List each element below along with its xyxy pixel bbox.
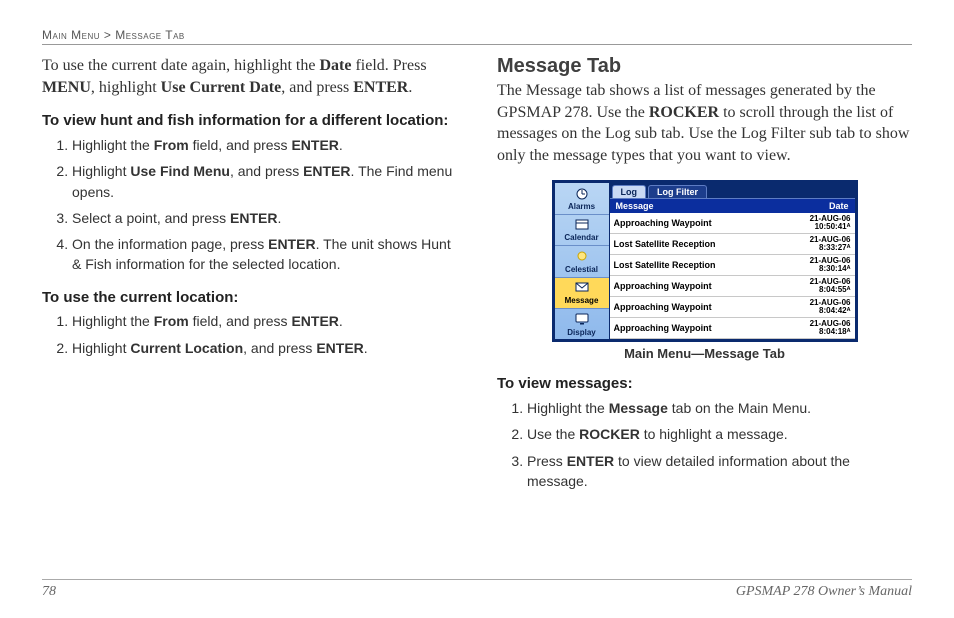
gps-side-alarms: Alarms bbox=[555, 183, 609, 214]
gps-tab: Log bbox=[612, 185, 647, 198]
list-item: Press ENTER to view detailed information… bbox=[527, 451, 912, 492]
gps-side-calendar: Calendar bbox=[555, 215, 609, 246]
left-column: To use the current date again, highlight… bbox=[42, 55, 457, 501]
col-message: Message bbox=[616, 201, 787, 211]
gps-sidebar: AlarmsCalendarCelestialMessageDisplay bbox=[555, 183, 610, 339]
gps-tab: Log Filter bbox=[648, 185, 707, 198]
page-title: Message Tab bbox=[497, 55, 912, 78]
content-columns: To use the current date again, highlight… bbox=[42, 55, 912, 501]
page-number: 78 bbox=[42, 584, 56, 600]
list-item: Select a point, and press ENTER. bbox=[72, 208, 457, 228]
page-footer: 78 GPSMAP 278 Owner’s Manual bbox=[42, 579, 912, 600]
figure-wrapper: AlarmsCalendarCelestialMessageDisplay Lo… bbox=[497, 180, 912, 361]
section2-list: Highlight the From field, and press ENTE… bbox=[42, 311, 457, 358]
gps-row: Approaching Waypoint21-AUG-068:04:55ᴬ bbox=[610, 276, 855, 297]
right-column: Message Tab The Message tab shows a list… bbox=[497, 55, 912, 501]
intro-paragraph: To use the current date again, highlight… bbox=[42, 55, 457, 98]
list-item: Highlight Use Find Menu, and press ENTER… bbox=[72, 161, 457, 202]
section1-list: Highlight the From field, and press ENTE… bbox=[42, 135, 457, 275]
list-item: On the information page, press ENTER. Th… bbox=[72, 234, 457, 275]
figure-caption: Main Menu—Message Tab bbox=[624, 346, 785, 361]
gps-row: Approaching Waypoint21-AUG-068:04:42ᴬ bbox=[610, 297, 855, 318]
right-paragraph: The Message tab shows a list of messages… bbox=[497, 80, 912, 166]
section1-title: To view hunt and fish information for a … bbox=[42, 112, 457, 131]
gps-table-head: Message Date bbox=[610, 198, 855, 213]
gps-row: Approaching Waypoint21-AUG-0610:50:41ᴬ bbox=[610, 213, 855, 234]
list-item: Highlight the Message tab on the Main Me… bbox=[527, 398, 912, 418]
right-section-title: To view messages: bbox=[497, 375, 912, 394]
gps-side-display: Display bbox=[555, 309, 609, 339]
gps-row: Approaching Waypoint21-AUG-068:04:18ᴬ bbox=[610, 318, 855, 339]
gps-main: LogLog Filter Message Date Approaching W… bbox=[610, 183, 855, 339]
list-item: Use the ROCKER to highlight a message. bbox=[527, 424, 912, 444]
list-item: Highlight Current Location, and press EN… bbox=[72, 338, 457, 358]
list-item: Highlight the From field, and press ENTE… bbox=[72, 311, 457, 331]
gps-rows: Approaching Waypoint21-AUG-0610:50:41ᴬLo… bbox=[610, 213, 855, 339]
doc-title: GPSMAP 278 Owner’s Manual bbox=[736, 584, 912, 600]
gps-row: Lost Satellite Reception21-AUG-068:33:27… bbox=[610, 234, 855, 255]
gps-side-celestial: Celestial bbox=[555, 246, 609, 277]
right-section-list: Highlight the Message tab on the Main Me… bbox=[497, 398, 912, 491]
gps-row: Lost Satellite Reception21-AUG-068:30:14… bbox=[610, 255, 855, 276]
section2-title: To use the current location: bbox=[42, 289, 457, 308]
list-item: Highlight the From field, and press ENTE… bbox=[72, 135, 457, 155]
gps-screenshot: AlarmsCalendarCelestialMessageDisplay Lo… bbox=[552, 180, 858, 342]
gps-side-message: Message bbox=[555, 278, 609, 309]
breadcrumb: Main Menu > Message Tab bbox=[42, 28, 912, 45]
col-date: Date bbox=[787, 201, 849, 211]
gps-tabs: LogLog Filter bbox=[610, 183, 855, 198]
